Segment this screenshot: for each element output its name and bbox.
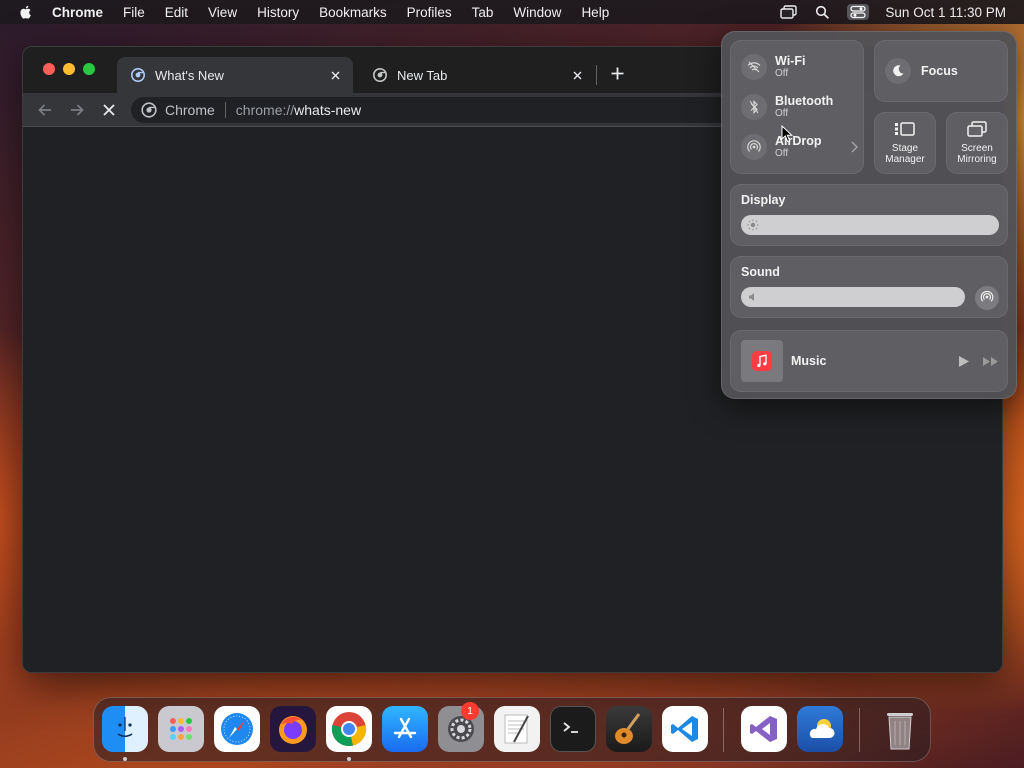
wifi-toggle[interactable]: Wi-Fi Off — [741, 53, 859, 81]
airdrop-icon — [741, 134, 767, 160]
focus-tile[interactable]: Focus — [874, 40, 1008, 102]
screen-mirroring-icon[interactable] — [779, 4, 797, 20]
chrome-favicon-icon — [373, 68, 387, 82]
stage-manager-icon — [895, 122, 915, 136]
google-chrome-icon[interactable] — [326, 706, 372, 752]
sound-title: Sound — [741, 265, 780, 279]
mouse-cursor-icon — [781, 125, 793, 143]
menu-history[interactable]: History — [257, 5, 299, 20]
menu-profiles[interactable]: Profiles — [407, 5, 452, 20]
menu-tab[interactable]: Tab — [472, 5, 494, 20]
now-playing-title: Music — [791, 354, 827, 368]
tab-title: What's New — [155, 67, 224, 83]
address-url-host: whats-new — [294, 102, 362, 118]
now-playing-module[interactable]: Music — [730, 330, 1008, 392]
display-title: Display — [741, 193, 786, 207]
stage-manager-label: Stage Manager — [885, 143, 925, 165]
sound-module: Sound — [730, 256, 1008, 318]
play-icon[interactable] — [955, 353, 973, 369]
focus-label: Focus — [921, 64, 958, 78]
airdrop-status: Off — [775, 148, 789, 159]
menu-clock[interactable]: Sun Oct 1 11:30 PM — [885, 5, 1006, 20]
menu-window[interactable]: Window — [513, 5, 561, 20]
airdrop-toggle[interactable]: AirDrop Off — [741, 133, 859, 161]
menu-view[interactable]: View — [208, 5, 237, 20]
stop-loading-icon[interactable] — [99, 100, 119, 120]
stage-manager-tile[interactable]: Stage Manager — [874, 112, 936, 174]
menu-bar: Chrome File Edit View History Bookmarks … — [0, 0, 1024, 24]
textedit-icon[interactable] — [494, 706, 540, 752]
tab-close-icon[interactable] — [569, 67, 585, 83]
screen-mirroring-label: Screen Mirroring — [957, 143, 997, 165]
bluetooth-toggle[interactable]: Bluetooth Off — [741, 93, 859, 121]
weather-icon[interactable] — [797, 706, 843, 752]
window-zoom-button[interactable] — [83, 63, 95, 75]
garageband-icon[interactable] — [606, 706, 652, 752]
menu-edit[interactable]: Edit — [165, 5, 188, 20]
chrome-logo-icon — [141, 102, 157, 118]
screen-mirroring-icon — [967, 121, 987, 137]
forward-arrow-icon[interactable] — [67, 100, 87, 120]
dock-divider — [859, 708, 860, 752]
running-indicator — [123, 757, 127, 761]
menu-help[interactable]: Help — [581, 5, 609, 20]
tab-new-tab[interactable]: New Tab — [359, 57, 595, 93]
tab-divider — [596, 65, 597, 85]
display-module: Display — [730, 184, 1008, 246]
menu-app-name[interactable]: Chrome — [52, 5, 103, 20]
window-minimize-button[interactable] — [63, 63, 75, 75]
speaker-icon — [749, 293, 754, 301]
tab-whats-new[interactable]: What's New — [117, 57, 353, 93]
dock-divider — [723, 708, 724, 752]
screen-mirroring-tile[interactable]: Screen Mirroring — [946, 112, 1008, 174]
bluetooth-status: Off — [775, 108, 789, 119]
tab-title: New Tab — [397, 67, 448, 83]
sun-icon — [747, 219, 759, 231]
wifi-off-icon — [741, 54, 767, 80]
airplay-audio-icon[interactable] — [975, 286, 999, 310]
back-arrow-icon[interactable] — [35, 100, 55, 120]
control-center-icon[interactable] — [847, 4, 870, 20]
menu-file[interactable]: File — [123, 5, 145, 20]
display-brightness-slider[interactable] — [741, 215, 999, 235]
firefox-icon[interactable] — [270, 706, 316, 752]
visual-studio-icon[interactable] — [741, 706, 787, 752]
bluetooth-off-icon — [741, 94, 767, 120]
connectivity-module: Wi-Fi Off Bluetooth Off AirDrop Off — [730, 40, 864, 174]
control-center-panel: Wi-Fi Off Bluetooth Off AirDrop Off Focu… — [721, 31, 1017, 399]
safari-icon[interactable] — [214, 706, 260, 752]
apple-menu-icon[interactable] — [18, 4, 34, 20]
window-close-button[interactable] — [43, 63, 55, 75]
bluetooth-label: Bluetooth — [775, 94, 834, 108]
new-tab-plus-icon[interactable] — [607, 63, 627, 83]
running-indicator — [347, 757, 351, 761]
chrome-favicon-icon — [131, 68, 145, 82]
sound-volume-slider[interactable] — [741, 287, 965, 307]
notification-badge: 1 — [461, 702, 479, 720]
launchpad-icon[interactable] — [158, 706, 204, 752]
menu-bookmarks[interactable]: Bookmarks — [319, 5, 387, 20]
terminal-icon[interactable] — [550, 706, 596, 752]
address-divider — [224, 102, 226, 118]
fast-forward-icon[interactable] — [981, 353, 999, 369]
address-url-scheme: chrome:// — [235, 102, 295, 118]
finder-icon[interactable] — [102, 706, 148, 752]
trash-icon[interactable] — [877, 706, 923, 752]
address-origin-label: Chrome — [165, 102, 215, 118]
wifi-status: Off — [775, 68, 789, 79]
visual-studio-code-icon[interactable] — [662, 706, 708, 752]
tab-close-icon[interactable] — [327, 67, 343, 83]
wifi-label: Wi-Fi — [775, 54, 806, 68]
address-bar[interactable]: Chrome chrome://whats-new — [131, 97, 751, 123]
spotlight-search-icon[interactable] — [813, 4, 831, 20]
dock: 1 — [93, 697, 931, 762]
moon-icon — [885, 58, 911, 84]
app-store-icon[interactable] — [382, 706, 428, 752]
music-app-icon — [741, 340, 783, 382]
chevron-right-icon[interactable] — [849, 140, 859, 154]
